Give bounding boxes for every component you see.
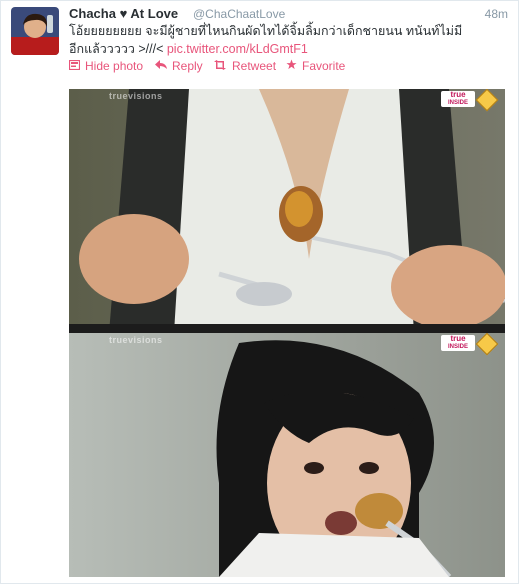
hide-photo-button[interactable]: Hide photo bbox=[68, 59, 144, 73]
photo-icon bbox=[68, 59, 81, 73]
tweet-text-line: อีกแล้ววววว >///< pic.twitter.com/kLdGmt… bbox=[69, 40, 509, 58]
logo-text: true bbox=[450, 334, 466, 343]
tweet-text-segment: อีกแล้ววววว >///< bbox=[69, 42, 167, 56]
true-inside-logo: true INSIDE bbox=[441, 335, 475, 351]
star-icon bbox=[286, 59, 297, 73]
tweet-text: โอ้ยยยยยยยย จะมีผู้ชายที่ไหนกินผัดไทได้จ… bbox=[69, 22, 509, 58]
photo-frame-bottom: truevisions true INSIDE bbox=[69, 333, 505, 577]
photo-frame-top: truevisions true INSIDE bbox=[69, 89, 505, 333]
tweet-card: Chacha ♥ At Love @ChaChaatLove 48m โอ้ยย… bbox=[0, 0, 519, 584]
retweet-icon bbox=[213, 59, 227, 73]
true-inside-logo: true INSIDE bbox=[441, 91, 475, 107]
logo-text: true bbox=[450, 90, 466, 99]
watermark-bottom: truevisions bbox=[109, 335, 163, 345]
tweet-text-line: โอ้ยยยยยยยย จะมีผู้ชายที่ไหนกินผัดไทได้จ… bbox=[69, 24, 463, 38]
retweet-button[interactable]: Retweet bbox=[213, 59, 276, 73]
favorite-button[interactable]: Favorite bbox=[286, 59, 345, 73]
logo-subtext: INSIDE bbox=[447, 100, 468, 106]
retweet-label: Retweet bbox=[232, 59, 277, 73]
favorite-label: Favorite bbox=[302, 59, 346, 73]
photo-boy-eating bbox=[69, 333, 505, 577]
logo-subtext: INSIDE bbox=[447, 344, 468, 350]
tweet-photo[interactable]: truevisions true INSIDE truevisions true… bbox=[69, 89, 505, 577]
photo-link[interactable]: pic.twitter.com/kLdGmtF1 bbox=[167, 42, 308, 56]
avatar[interactable] bbox=[11, 7, 59, 55]
username[interactable]: @ChaChaatLove bbox=[193, 7, 285, 21]
watermark-top: truevisions bbox=[109, 91, 163, 101]
hide-photo-label: Hide photo bbox=[85, 59, 144, 73]
photo-eating-noodles-fork bbox=[69, 89, 505, 333]
reply-button[interactable]: Reply bbox=[155, 59, 203, 73]
tweet-header: Chacha ♥ At Love @ChaChaatLove 48m bbox=[69, 5, 508, 23]
timestamp[interactable]: 48m bbox=[485, 7, 508, 21]
display-name[interactable]: Chacha ♥ At Love bbox=[69, 6, 178, 21]
reply-label: Reply bbox=[172, 59, 203, 73]
reply-icon bbox=[155, 59, 167, 73]
avatar-image bbox=[11, 7, 59, 55]
